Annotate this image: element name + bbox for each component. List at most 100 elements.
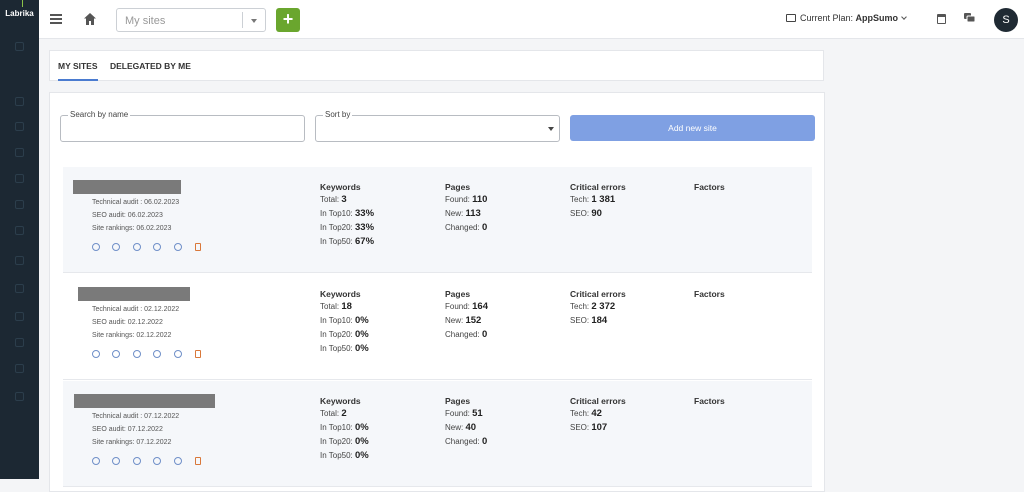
kw-top50: 0% (355, 343, 369, 354)
found-label: Found: (445, 195, 470, 204)
chevron-down-icon (901, 14, 907, 20)
site-card: Technical audit : 02.12.2022 SEO audit: … (63, 274, 812, 380)
gear-icon[interactable] (15, 97, 24, 106)
folder-icon[interactable] (15, 364, 24, 373)
pg-found: 110 (472, 194, 488, 205)
link-icon[interactable] (15, 174, 24, 183)
no-bug-icon[interactable] (153, 243, 161, 251)
top10-label: In Top10: (320, 316, 353, 325)
menu-icon[interactable] (50, 14, 62, 24)
seo-label: SEO: (570, 423, 590, 432)
factors-column: Factors (694, 396, 725, 407)
kw-total: 3 (341, 194, 347, 205)
plan-label: Current Plan: (800, 13, 854, 23)
technical-audit-date: Technical audit : 06.02.2023 (92, 199, 180, 206)
tab-delegated-by-me[interactable]: DELEGATED BY ME (110, 61, 191, 71)
user-share-icon[interactable] (174, 243, 182, 251)
add-new-site-button[interactable]: Add new site (570, 115, 815, 141)
play-icon[interactable] (133, 243, 141, 251)
trash-icon[interactable] (195, 243, 201, 251)
err-seo: 90 (591, 208, 602, 219)
bar-chart-icon[interactable] (15, 338, 24, 347)
no-bug-icon[interactable] (153, 350, 161, 358)
dashboard-icon[interactable] (15, 42, 24, 51)
seo-audit-date: SEO audit: 06.02.2023 (92, 212, 163, 219)
logo[interactable]: Labrika (0, 0, 39, 30)
globe-icon[interactable] (15, 256, 24, 265)
calendar-icon[interactable] (937, 14, 946, 24)
home-icon[interactable] (83, 12, 97, 26)
keywords-column: Keywords Total: 18 In Top10: 0% In Top20… (320, 289, 369, 356)
avatar[interactable]: S (994, 8, 1018, 32)
keywords-column: Keywords Total: 2 In Top10: 0% In Top20:… (320, 396, 369, 463)
critical-errors-column: Critical errors Tech: 1 381 SEO: 90 (570, 182, 626, 221)
kw-top10: 33% (355, 208, 375, 219)
pg-new: 113 (465, 208, 481, 219)
calendar-icon[interactable] (15, 122, 24, 131)
pages-column: Pages Found: 164 New: 152 Changed: 0 (445, 289, 488, 342)
pin-icon[interactable] (15, 312, 24, 321)
top10-label: In Top10: (320, 423, 353, 432)
technical-audit-date: Technical audit : 02.12.2022 (92, 306, 180, 313)
gear-icon[interactable] (112, 243, 120, 251)
seo-label: SEO: (570, 209, 590, 218)
tech-label: Tech: (570, 195, 590, 204)
topbar: My sites + Current Plan: AppSumo S (39, 0, 1024, 39)
err-tech: 42 (591, 408, 602, 419)
keywords-heading: Keywords (320, 182, 361, 192)
gear-icon[interactable] (112, 350, 120, 358)
trash-icon[interactable] (195, 457, 201, 465)
changed-label: Changed: (445, 437, 480, 446)
user-share-icon[interactable] (174, 457, 182, 465)
search-input[interactable]: Search by name (60, 110, 305, 142)
share-icon[interactable] (15, 226, 24, 235)
pages-column: Pages Found: 110 New: 113 Changed: 0 (445, 182, 487, 235)
settings-icon[interactable] (15, 392, 24, 401)
site-select[interactable]: My sites (116, 8, 266, 32)
pg-found: 51 (472, 408, 483, 419)
site-name-redacted[interactable] (78, 287, 190, 301)
site-name-redacted[interactable] (73, 180, 181, 194)
technical-audit-date: Technical audit : 07.12.2022 (92, 413, 180, 420)
sort-label: Sort by (323, 110, 353, 119)
play-icon[interactable] (133, 457, 141, 465)
chat-icon[interactable] (964, 13, 975, 23)
site-rankings-date: Site rankings: 02.12.2022 (92, 332, 172, 339)
top10-label: In Top10: (320, 209, 353, 218)
pages-column: Pages Found: 51 New: 40 Changed: 0 (445, 396, 487, 449)
play-icon[interactable] (133, 350, 141, 358)
factors-heading: Factors (694, 289, 725, 299)
gear-icon[interactable] (112, 457, 120, 465)
pages-heading: Pages (445, 289, 471, 299)
top20-label: In Top20: (320, 330, 353, 339)
pg-new: 40 (465, 422, 477, 433)
site-rankings-date: Site rankings: 07.12.2022 (92, 439, 172, 446)
tech-label: Tech: (570, 302, 590, 311)
kw-top20: 0% (355, 436, 369, 447)
refresh-icon[interactable] (92, 457, 100, 465)
current-plan[interactable]: Current Plan: AppSumo (786, 13, 907, 23)
tool-icon[interactable] (15, 200, 24, 209)
site-name-redacted[interactable] (74, 394, 215, 408)
refresh-icon[interactable] (92, 243, 100, 251)
add-button[interactable]: + (276, 8, 300, 32)
sort-select[interactable]: Sort by (315, 110, 560, 142)
seo-audit-date: SEO audit: 07.12.2022 (92, 426, 163, 433)
user-icon[interactable] (15, 284, 24, 293)
pg-changed: 0 (481, 436, 488, 447)
no-bug-icon[interactable] (153, 457, 161, 465)
critical-errors-column: Critical errors Tech: 42 SEO: 107 (570, 396, 626, 435)
seo-label: SEO: (570, 316, 590, 325)
pages-heading: Pages (445, 396, 471, 406)
chart-icon[interactable] (15, 148, 24, 157)
kw-top10: 0% (355, 315, 369, 326)
site-card: Technical audit : 07.12.2022 SEO audit: … (63, 381, 812, 487)
user-share-icon[interactable] (174, 350, 182, 358)
new-label: New: (445, 423, 464, 432)
keywords-heading: Keywords (320, 396, 361, 406)
trash-icon[interactable] (195, 350, 201, 358)
pages-heading: Pages (445, 182, 471, 192)
factors-column: Factors (694, 182, 725, 193)
tab-my-sites[interactable]: MY SITES (58, 61, 98, 81)
refresh-icon[interactable] (92, 350, 100, 358)
